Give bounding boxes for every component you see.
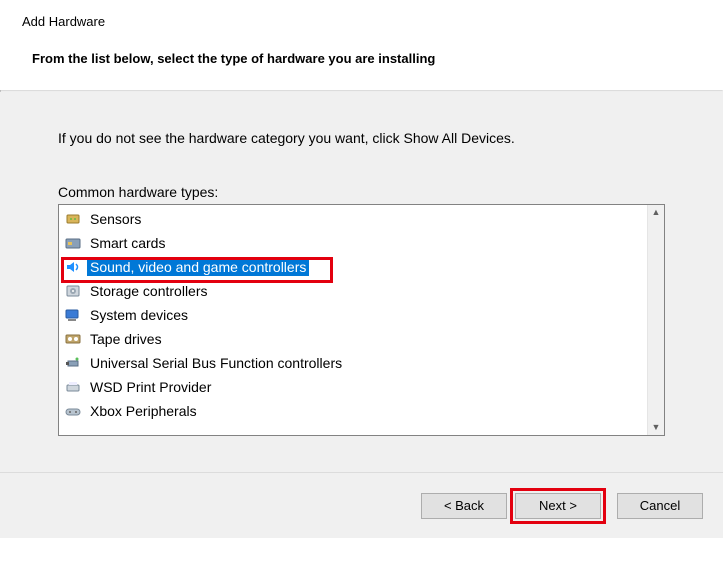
list-item[interactable]: System devices <box>59 303 647 327</box>
list-label: Common hardware types: <box>58 184 665 200</box>
sensors-icon <box>65 211 81 227</box>
list-item[interactable]: Sensors <box>59 207 647 231</box>
list-item-label: Sensors <box>87 210 144 228</box>
usb-icon <box>65 355 81 371</box>
list-item-label: Tape drives <box>87 330 165 348</box>
footer: < Back Next > Cancel <box>0 472 723 538</box>
scroll-down-icon[interactable]: ▼ <box>652 423 661 432</box>
page-heading: From the list below, select the type of … <box>32 51 701 66</box>
tape-icon <box>65 331 81 347</box>
list-item-label: System devices <box>87 306 191 324</box>
system-icon <box>65 307 81 323</box>
sound-icon <box>65 259 81 275</box>
cancel-button[interactable]: Cancel <box>617 493 703 519</box>
wsd-icon <box>65 379 81 395</box>
list-item[interactable]: Storage controllers <box>59 279 647 303</box>
hint-text: If you do not see the hardware category … <box>58 130 665 146</box>
window-title: Add Hardware <box>22 14 701 29</box>
content-area: If you do not see the hardware category … <box>0 92 723 472</box>
list-item-label: Sound, video and game controllers <box>87 258 309 276</box>
list-item-label: Xbox Peripherals <box>87 402 200 420</box>
list-item[interactable]: Xbox Peripherals <box>59 399 647 423</box>
list-item-label: Smart cards <box>87 234 168 252</box>
list-item-label: WSD Print Provider <box>87 378 214 396</box>
storage-icon <box>65 283 81 299</box>
back-button[interactable]: < Back <box>421 493 507 519</box>
list-item[interactable]: Tape drives <box>59 327 647 351</box>
smartcard-icon <box>65 235 81 251</box>
next-button[interactable]: Next > <box>515 493 601 519</box>
scroll-up-icon[interactable]: ▲ <box>652 208 661 217</box>
xbox-icon <box>65 403 81 419</box>
scrollbar[interactable]: ▲ ▼ <box>647 205 664 435</box>
list-item[interactable]: Universal Serial Bus Function controller… <box>59 351 647 375</box>
list-item-label: Storage controllers <box>87 282 211 300</box>
list-item[interactable]: Smart cards <box>59 231 647 255</box>
list-item[interactable]: Sound, video and game controllers <box>59 255 647 279</box>
list-item[interactable]: WSD Print Provider <box>59 375 647 399</box>
hardware-listbox[interactable]: Sensors Smart cards Sound, video and game … <box>58 204 665 436</box>
list-item-label: Universal Serial Bus Function controller… <box>87 354 345 372</box>
